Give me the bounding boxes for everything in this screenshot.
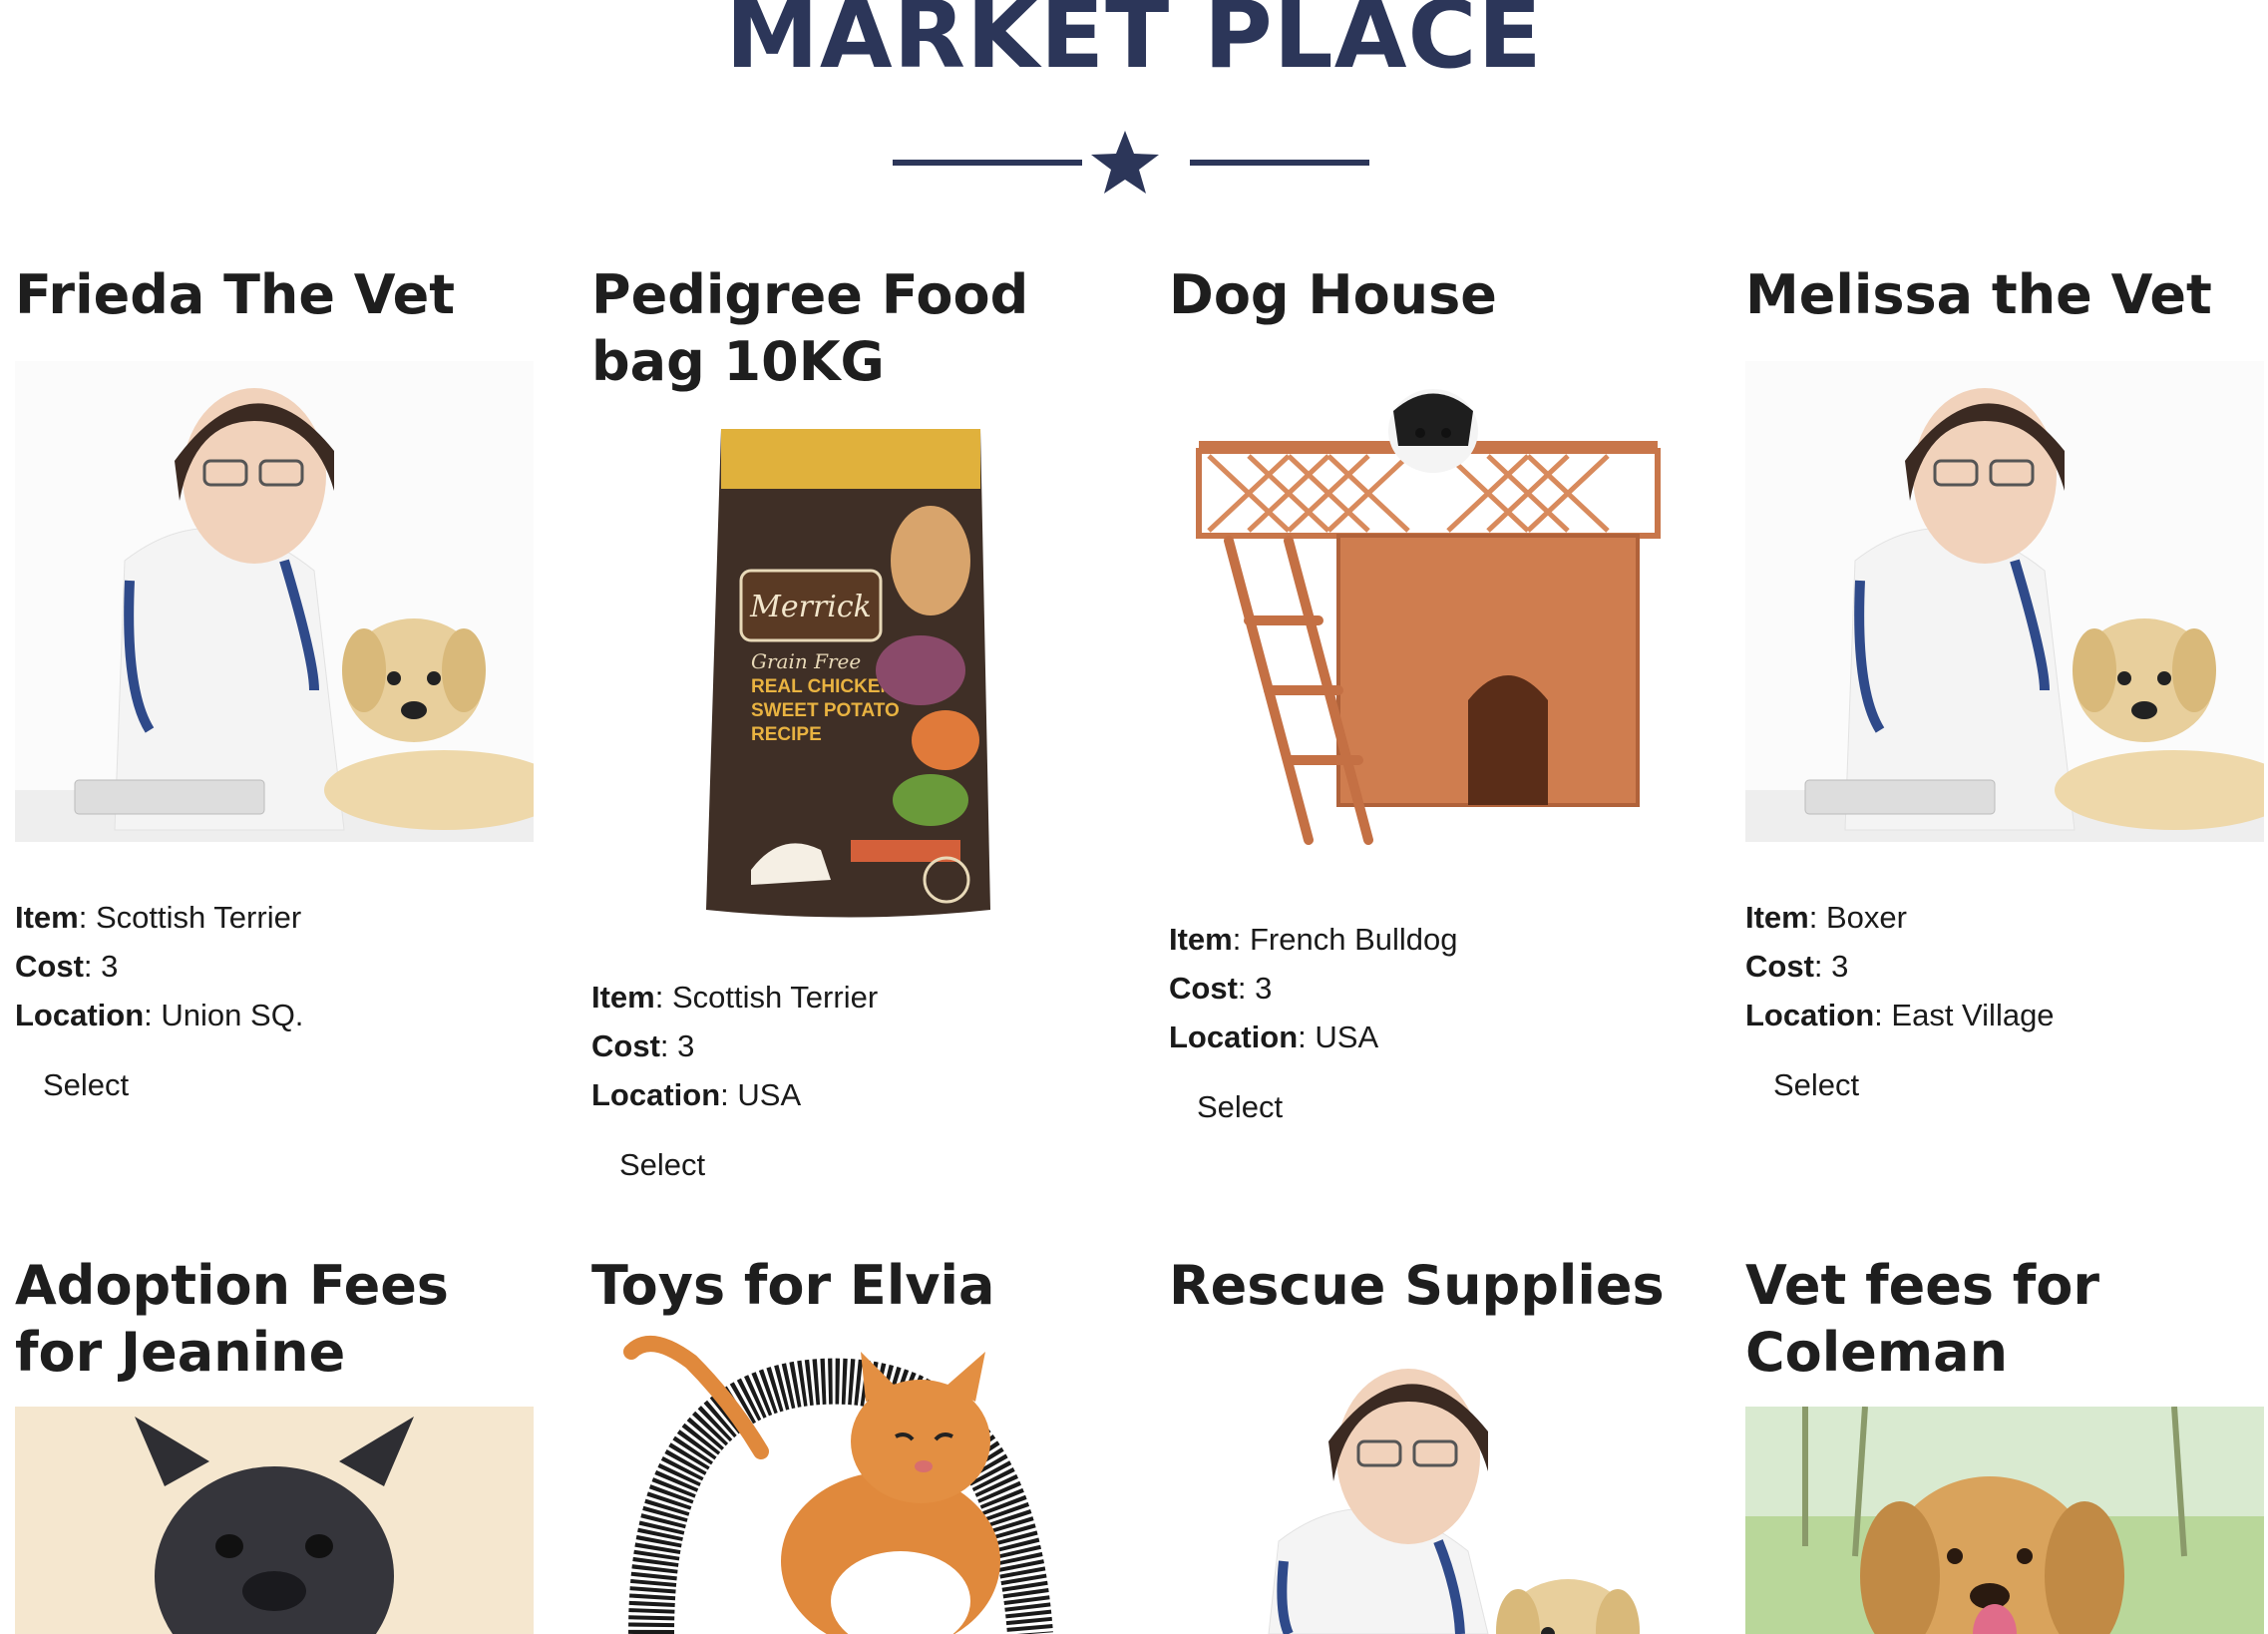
select-button[interactable]: Select [43, 1067, 129, 1103]
select-button[interactable]: Select [1197, 1089, 1283, 1125]
select-button[interactable]: Select [1773, 1067, 1859, 1103]
detail-cost: Cost: 3 [1745, 949, 1849, 984]
detail-location: Location: USA [591, 1077, 802, 1112]
svg-text:Merrick: Merrick [749, 590, 872, 624]
detail-item: Item: French Bulldog [1169, 922, 1458, 957]
product-card-vet-fees: Vet fees for Coleman [1745, 1252, 2264, 1634]
product-image-vet [15, 361, 534, 842]
product-image-food-bag: Merrick Grain Free REAL CHICKEN + SWEET … [591, 421, 1110, 930]
detail-location: Location: East Village [1745, 998, 2055, 1032]
product-image-cat-toy [591, 1332, 1110, 1634]
detail-location: Location: Union SQ. [15, 998, 304, 1032]
product-card-pedigree-food: Pedigree Food bag 10KG Merrick Grain Fre… [591, 261, 1110, 1209]
product-title: Rescue Supplies [1169, 1254, 1665, 1317]
product-card-melissa: Melissa the Vet Item: Boxer Cost: 3 Loca… [1745, 261, 2264, 1159]
product-details: Item: Scottish Terrier Cost: 3 Location:… [15, 893, 534, 1039]
svg-text:SWEET POTATO: SWEET POTATO [751, 700, 900, 721]
product-image-french-bulldog [15, 1407, 534, 1634]
product-title: Frieda The Vet [15, 263, 456, 326]
detail-cost: Cost: 3 [1169, 971, 1273, 1006]
detail-cost: Cost: 3 [15, 949, 119, 984]
svg-text:Grain Free: Grain Free [751, 649, 861, 673]
title-divider [893, 131, 1369, 194]
product-title: Melissa the Vet [1745, 263, 2212, 326]
svg-text:RECIPE: RECIPE [751, 724, 822, 745]
product-image-dog-house [1169, 371, 1688, 860]
product-title: Adoption Fees for Jeanine [15, 1254, 449, 1384]
detail-item: Item: Scottish Terrier [591, 980, 879, 1015]
product-card-adoption-fees: Adoption Fees for Jeanine [15, 1252, 534, 1634]
divider-line-left [893, 160, 1082, 166]
product-title: Dog House [1169, 263, 1497, 326]
product-card-rescue-supplies: Rescue Supplies [1169, 1252, 1688, 1634]
detail-cost: Cost: 3 [591, 1028, 695, 1063]
product-image-golden-retriever [1745, 1407, 2264, 1634]
product-details: Item: Boxer Cost: 3 Location: East Villa… [1745, 893, 2264, 1039]
detail-item: Item: Scottish Terrier [15, 900, 302, 935]
product-title: Vet fees for Coleman [1745, 1254, 2099, 1384]
product-card-toys: Toys for Elvia [591, 1252, 1110, 1634]
page-title: MARKET PLACE [725, 0, 1543, 90]
product-card-dog-house: Dog House Item: French Bulldog Cost: 3 L… [1169, 261, 1688, 1179]
product-title: Toys for Elvia [591, 1254, 995, 1317]
product-details: Item: French Bulldog Cost: 3 Location: U… [1169, 915, 1688, 1061]
product-image-vet [1169, 1342, 1688, 1634]
product-details: Item: Scottish Terrier Cost: 3 Location:… [591, 973, 1110, 1119]
product-title: Pedigree Food bag 10KG [591, 263, 1029, 393]
divider-line-right [1190, 160, 1369, 166]
detail-item: Item: Boxer [1745, 900, 1907, 935]
select-button[interactable]: Select [619, 1147, 705, 1183]
product-image-vet [1745, 361, 2264, 842]
star-icon [1091, 131, 1159, 194]
product-card-frieda: Frieda The Vet Item: Scottish Terrier Co… [15, 261, 534, 1159]
detail-location: Location: USA [1169, 1020, 1379, 1054]
